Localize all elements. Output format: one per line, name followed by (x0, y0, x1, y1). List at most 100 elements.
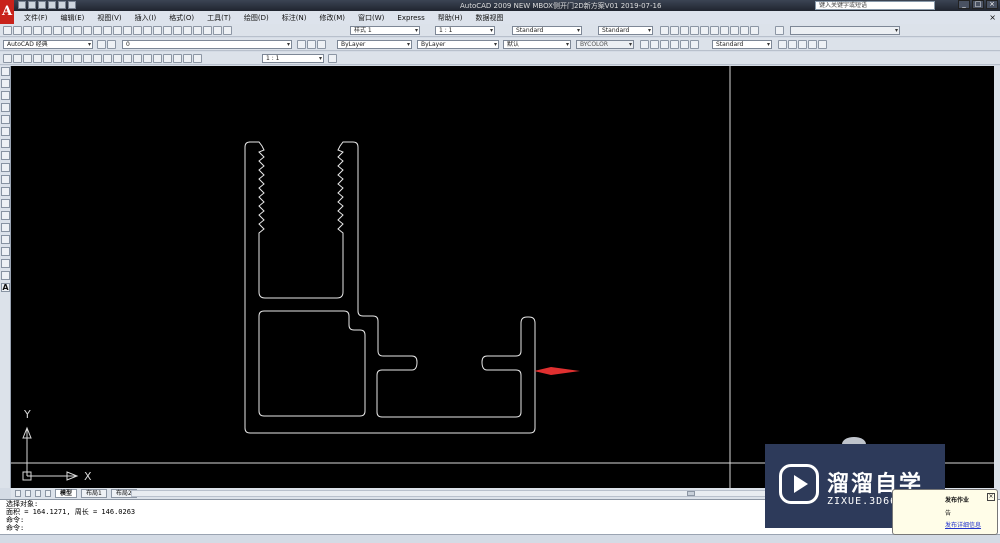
view-back-icon[interactable] (710, 26, 719, 35)
pan-icon[interactable] (123, 26, 132, 35)
table-style-select[interactable]: Standard (598, 26, 653, 35)
view-bottom-icon[interactable] (670, 26, 679, 35)
zoom-realtime-icon[interactable] (133, 26, 142, 35)
scroll-thumb[interactable] (687, 491, 695, 496)
minimize-button[interactable]: _ (958, 0, 970, 9)
dim-text-edit-icon[interactable] (183, 54, 192, 63)
workspace-settings-icon[interactable] (97, 40, 106, 49)
menu-file[interactable]: 文件(F) (24, 13, 48, 23)
dim-diameter-icon[interactable] (63, 54, 72, 63)
layer-isolate-icon[interactable] (660, 40, 669, 49)
menu-format[interactable]: 格式(O) (169, 13, 194, 23)
properties-icon[interactable] (163, 26, 172, 35)
mleader-style-select[interactable]: Standard (712, 40, 772, 49)
preview-icon[interactable] (43, 26, 52, 35)
inspect-icon[interactable] (153, 54, 162, 63)
zoom-icon[interactable] (775, 26, 784, 35)
lineweight-select[interactable]: 默认 (503, 40, 571, 49)
dim-baseline-icon[interactable] (93, 54, 102, 63)
drawing-canvas[interactable]: Y X (11, 66, 994, 488)
save-icon[interactable] (23, 26, 32, 35)
linetype-select[interactable]: ByLayer (417, 40, 499, 49)
zoom-previous-icon[interactable] (153, 26, 162, 35)
help-icon[interactable] (223, 26, 232, 35)
dim-radius-icon[interactable] (43, 54, 52, 63)
dim-aligned-icon[interactable] (13, 54, 22, 63)
menu-help[interactable]: 帮助(H) (438, 13, 463, 23)
menu-tools[interactable]: 工具(T) (207, 13, 231, 23)
menu-view[interactable]: 视图(V) (97, 13, 121, 23)
menu-data-view[interactable]: 数据视图 (475, 13, 503, 23)
calculator-icon[interactable] (213, 26, 222, 35)
spline-icon[interactable] (1, 163, 10, 172)
layer-previous-icon[interactable] (307, 40, 316, 49)
view-nw-iso-icon[interactable] (750, 26, 759, 35)
notification-close-icon[interactable]: × (987, 493, 995, 501)
add-leader-icon[interactable] (788, 40, 797, 49)
annotation-scale-select[interactable]: 1 : 1 (435, 26, 495, 35)
dim-style-select[interactable]: Standard (512, 26, 582, 35)
paste-icon[interactable] (83, 26, 92, 35)
polygon-icon[interactable] (1, 103, 10, 112)
quick-dim-icon[interactable] (83, 54, 92, 63)
open-icon[interactable] (28, 1, 36, 9)
view-ne-iso-icon[interactable] (740, 26, 749, 35)
cut-icon[interactable] (63, 26, 72, 35)
layer-state-select[interactable] (790, 26, 900, 35)
vertical-scrollbar[interactable] (994, 66, 1000, 488)
layer-states-icon[interactable] (317, 40, 326, 49)
copy-icon[interactable] (73, 26, 82, 35)
view-top-icon[interactable] (660, 26, 669, 35)
save-icon[interactable] (38, 1, 46, 9)
arc-icon[interactable] (1, 127, 10, 136)
layer-off-icon[interactable] (670, 40, 679, 49)
dim-angular-icon[interactable] (73, 54, 82, 63)
multiline-text-icon[interactable]: A (1, 283, 10, 292)
dim-update-icon[interactable] (193, 54, 202, 63)
jog-line-icon[interactable] (163, 54, 172, 63)
view-left-icon[interactable] (680, 26, 689, 35)
point-icon[interactable] (1, 223, 10, 232)
multileader-icon[interactable] (778, 40, 787, 49)
dim-linear-icon[interactable] (3, 54, 12, 63)
viewport-scale-select[interactable]: 1 : 1 (262, 54, 324, 63)
new-icon[interactable] (18, 1, 26, 9)
dim-continue-icon[interactable] (103, 54, 112, 63)
match-properties-icon[interactable] (93, 26, 102, 35)
document-close-icon[interactable]: × (989, 13, 996, 22)
menu-draw[interactable]: 绘图(D) (244, 13, 269, 23)
polyline-icon[interactable] (1, 91, 10, 100)
remove-leader-icon[interactable] (798, 40, 807, 49)
color-select[interactable]: ByLayer (337, 40, 412, 49)
sheet-set-icon[interactable] (193, 26, 202, 35)
tab-prev-icon[interactable] (25, 490, 31, 497)
dim-style-icon[interactable] (328, 54, 337, 63)
redo-icon[interactable] (113, 26, 122, 35)
table-icon[interactable] (1, 271, 10, 280)
help-search-input[interactable]: 键入关键字或短语 (815, 1, 935, 10)
redo-icon[interactable] (68, 1, 76, 9)
tolerance-icon[interactable] (133, 54, 142, 63)
dim-ordinate-icon[interactable] (33, 54, 42, 63)
menu-dimension[interactable]: 标注(N) (282, 13, 307, 23)
tool-palettes-icon[interactable] (183, 26, 192, 35)
layer-change-icon[interactable] (650, 40, 659, 49)
view-right-icon[interactable] (690, 26, 699, 35)
layer-lock-icon[interactable] (690, 40, 699, 49)
plot-icon[interactable] (48, 1, 56, 9)
line-icon[interactable] (1, 67, 10, 76)
insert-block-icon[interactable] (1, 199, 10, 208)
view-front-icon[interactable] (700, 26, 709, 35)
maximize-button[interactable]: □ (972, 0, 984, 9)
new-icon[interactable] (3, 26, 12, 35)
zoom-window-icon[interactable] (143, 26, 152, 35)
circle-icon[interactable] (1, 139, 10, 148)
undo-icon[interactable] (58, 1, 66, 9)
dim-jogged-icon[interactable] (53, 54, 62, 63)
close-button[interactable]: × (986, 0, 998, 9)
autocad-logo-icon[interactable] (0, 0, 14, 24)
menu-modify[interactable]: 修改(M) (319, 13, 345, 23)
undo-icon[interactable] (103, 26, 112, 35)
view-se-iso-icon[interactable] (730, 26, 739, 35)
menu-edit[interactable]: 编辑(E) (61, 13, 85, 23)
